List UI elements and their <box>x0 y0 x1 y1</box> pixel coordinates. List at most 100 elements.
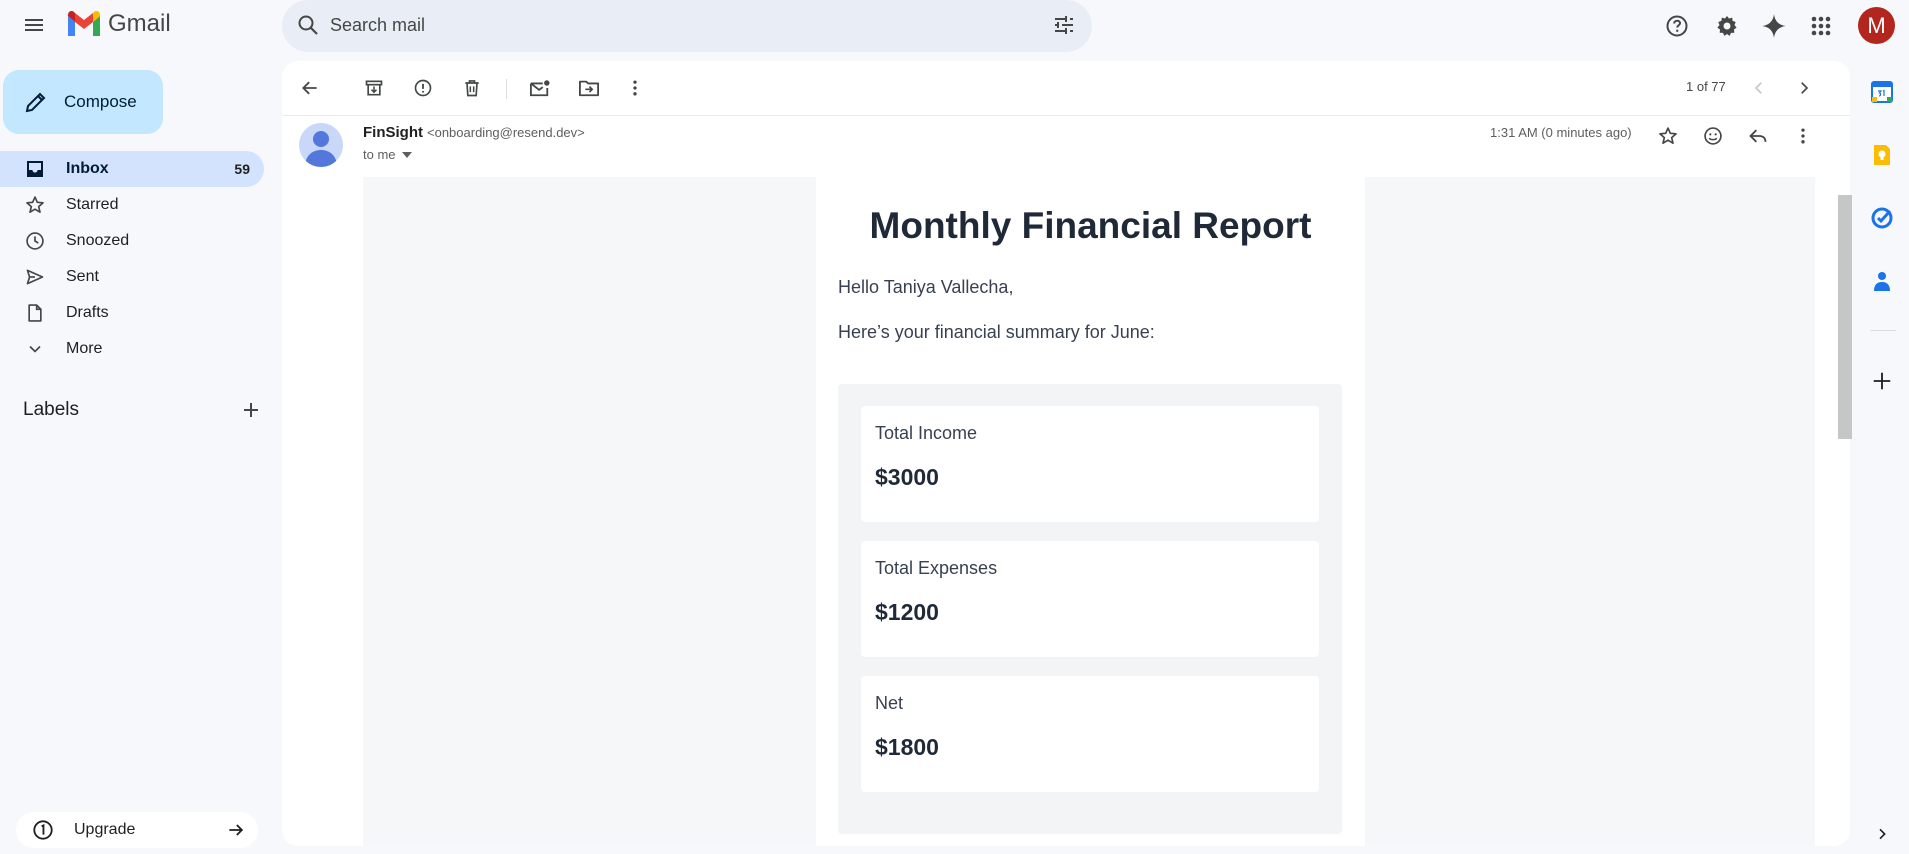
sidebar-item-more[interactable]: More <box>0 331 264 367</box>
stat-label: Net <box>875 693 904 713</box>
sender-email: <onboarding@resend.dev> <box>427 125 585 140</box>
delete-button[interactable] <box>455 71 489 105</box>
sidebar-item-label: Starred <box>66 196 119 213</box>
upgrade-label: Upgrade <box>74 821 136 838</box>
contacts-app-button[interactable] <box>1866 265 1898 297</box>
send-icon <box>24 267 46 287</box>
reply-icon <box>1749 129 1767 143</box>
report-spam-icon <box>414 79 432 97</box>
toolbar-divider <box>506 79 507 99</box>
clock-icon <box>24 231 46 251</box>
sidebar-item-inbox[interactable]: Inbox 59 <box>0 151 264 187</box>
mark-unread-button[interactable] <box>523 71 557 105</box>
chevron-left-icon <box>1754 82 1762 94</box>
pencil-icon <box>25 92 46 113</box>
sidebar-item-starred[interactable]: Starred <box>0 187 264 223</box>
stat-card-income: Total Income $3000 <box>861 406 1319 522</box>
stat-label: Total Expenses <box>875 558 998 578</box>
older-button[interactable] <box>1787 71 1821 105</box>
arrow-back-icon <box>302 81 317 95</box>
recipient-line[interactable]: to me <box>363 147 412 162</box>
search-bar <box>282 0 1092 52</box>
get-addons-button[interactable] <box>1866 365 1898 397</box>
sidebar-item-label: Drafts <box>66 304 109 321</box>
back-button[interactable] <box>293 71 327 105</box>
create-label-icon[interactable] <box>239 398 263 422</box>
person-icon <box>305 131 337 167</box>
newer-button[interactable] <box>1742 71 1776 105</box>
summary-text: Here’s your financial summary for June: <box>838 322 1155 342</box>
unread-count: 59 <box>234 161 250 177</box>
chevron-down-icon <box>24 339 46 359</box>
sidebar-item-snoozed[interactable]: Snoozed <box>0 223 264 259</box>
gmail-logo-icon <box>68 11 100 36</box>
sidebar-nav: Inbox 59 Starred Snoozed Sent Drafts Mor… <box>0 151 264 367</box>
stat-value: $1800 <box>875 734 939 760</box>
stat-label: Total Income <box>875 423 978 443</box>
move-to-button[interactable] <box>572 71 606 105</box>
stat-value: $1200 <box>875 599 939 625</box>
keep-icon <box>1874 145 1890 165</box>
settings-button[interactable] <box>1710 9 1744 43</box>
sidebar-item-sent[interactable]: Sent <box>0 259 264 295</box>
stat-card-expenses: Total Expenses $1200 <box>861 541 1319 657</box>
hamburger-menu-icon <box>25 19 43 31</box>
stat-value: $3000 <box>875 464 939 490</box>
keep-app-button[interactable] <box>1866 139 1898 171</box>
show-side-panel-button[interactable] <box>1866 818 1898 850</box>
apps-grid-icon <box>1811 16 1831 36</box>
report-spam-button[interactable] <box>406 71 440 105</box>
search-options-icon[interactable] <box>1052 13 1076 37</box>
gemini-button[interactable] <box>1757 9 1791 43</box>
email-body: Monthly Financial Report Hello Taniya Va… <box>363 177 1815 846</box>
stat-card-net: Net $1800 <box>861 676 1319 792</box>
more-options-button[interactable] <box>618 71 652 105</box>
reply-button[interactable] <box>1741 119 1775 153</box>
star-icon <box>24 195 46 215</box>
compose-button[interactable]: Compose <box>3 70 163 134</box>
gmail-logo[interactable]: Gmail <box>66 10 171 38</box>
sidebar-item-label: Snoozed <box>66 232 130 249</box>
star-icon <box>1659 127 1677 144</box>
sidebar-item-label: Inbox <box>66 160 109 177</box>
archive-icon <box>365 80 383 96</box>
message-more-button[interactable] <box>1786 119 1820 153</box>
pagination-count: 1 of 77 <box>1686 79 1726 94</box>
arrow-right-icon <box>229 824 244 836</box>
main-menu-button[interactable] <box>16 7 52 43</box>
calendar-app-button[interactable] <box>1866 76 1898 108</box>
google-apps-button[interactable] <box>1804 9 1838 43</box>
message-time: 1:31 AM (0 minutes ago) <box>1490 125 1632 140</box>
star-button[interactable] <box>1651 119 1685 153</box>
add-reaction-button[interactable] <box>1696 119 1730 153</box>
report-card: Monthly Financial Report Hello Taniya Va… <box>816 177 1365 846</box>
trash-icon <box>465 80 479 97</box>
archive-button[interactable] <box>357 71 391 105</box>
search-input[interactable] <box>330 11 1010 39</box>
labels-header: Labels <box>23 398 263 422</box>
sidebar-item-label: More <box>66 340 103 357</box>
labels-heading: Labels <box>23 399 79 420</box>
support-button[interactable] <box>1660 9 1694 43</box>
scrollbar-thumb[interactable] <box>1838 195 1852 439</box>
upgrade-button[interactable]: Upgrade <box>16 812 258 848</box>
compose-label: Compose <box>64 92 137 111</box>
upgrade-icon <box>33 820 53 840</box>
sidebar-item-drafts[interactable]: Drafts <box>0 295 264 331</box>
chevron-right-icon <box>1801 82 1809 94</box>
move-to-folder-icon <box>579 80 599 97</box>
tasks-app-button[interactable] <box>1866 202 1898 234</box>
more-vert-icon <box>633 80 637 96</box>
chevron-right-icon <box>1879 828 1886 840</box>
contacts-icon <box>1874 272 1890 291</box>
account-avatar[interactable]: M <box>1858 7 1895 44</box>
sender-name[interactable]: FinSight <box>363 124 423 141</box>
sender-line: FinSight <onboarding@resend.dev> <box>363 124 585 141</box>
inbox-icon <box>24 159 46 179</box>
help-icon <box>1666 15 1688 37</box>
emoji-icon <box>1704 127 1722 145</box>
tasks-icon <box>1871 207 1893 229</box>
sender-avatar[interactable] <box>299 123 343 167</box>
search-icon[interactable] <box>296 13 320 37</box>
more-vert-icon <box>1801 128 1805 144</box>
